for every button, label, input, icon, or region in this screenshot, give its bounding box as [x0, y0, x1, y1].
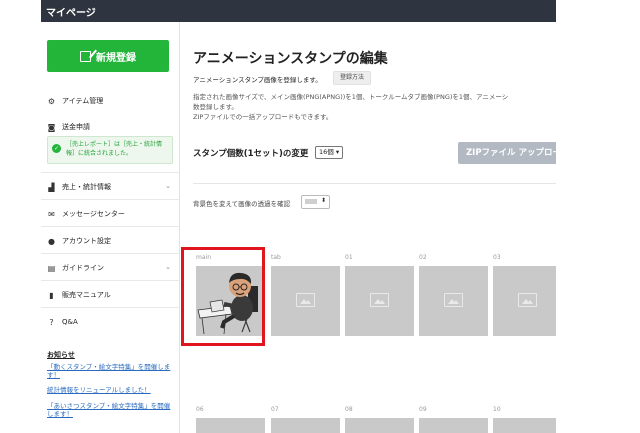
tile-label-tab: tab — [271, 254, 281, 261]
app-window: マイページ 新規登録 ⚙ アイテム管理 ◙ 送金申請 ✓ ［売上レポート］は［売… — [41, 0, 556, 433]
sticker-tile-07[interactable] — [271, 418, 340, 433]
notice-box: ✓ ［売上レポート］は［売上・統計情報］に統合されました。 — [47, 136, 173, 164]
divider — [41, 280, 179, 281]
chevron-down-icon: ⌄ — [165, 263, 171, 271]
zip-upload-button[interactable]: ZIPファイル アップロード — [458, 142, 556, 164]
sidebar-item-label: 販売マニュアル — [62, 291, 111, 299]
question-icon: ? — [49, 317, 54, 327]
notice-text: ［売上レポート］は［売上・統計情報］に統合されました。 — [66, 141, 163, 157]
sidebar-item-label: メッセージセンター — [62, 210, 125, 218]
image-placeholder-icon — [296, 293, 315, 307]
sidebar: 新規登録 ⚙ アイテム管理 ◙ 送金申請 ✓ ［売上レポート］は［売上・統計情報… — [41, 22, 180, 433]
sidebar-item-label: Q&A — [62, 318, 78, 326]
sidebar-item-label: アイテム管理 — [62, 97, 104, 105]
sidebar-item-label: ガイドライン — [62, 264, 104, 272]
person-icon: ● — [48, 236, 55, 246]
top-bar: マイページ — [41, 0, 556, 22]
tile-label-07: 07 — [271, 406, 279, 413]
sticker-tile-10[interactable] — [493, 418, 556, 433]
image-placeholder-icon — [444, 293, 463, 307]
new-register-label: 新規登録 — [96, 52, 136, 64]
check-icon: ✓ — [52, 144, 61, 153]
main-content: アニメーションスタンプの編集 アニメーションスタンプ画像を登録します。 登録方法… — [180, 22, 556, 433]
tile-label-01: 01 — [345, 254, 353, 261]
news-title[interactable]: お知らせ — [47, 350, 75, 360]
document-icon: ▤ — [47, 263, 56, 273]
sidebar-item-label: アカウント設定 — [62, 237, 111, 245]
divider — [41, 253, 179, 254]
sidebar-item-remittance[interactable]: ◙ 送金申請 — [47, 120, 173, 134]
sidebar-item-item-management[interactable]: ⚙ アイテム管理 — [47, 94, 173, 108]
news-link[interactable]: 「動くスタンプ・絵文字特集」を開催します！ — [47, 363, 173, 379]
image-placeholder-icon — [518, 293, 537, 307]
tab-image-tile[interactable] — [271, 266, 340, 336]
sidebar-item-message-center[interactable]: ✉ メッセージセンター — [47, 207, 173, 221]
tile-label-03: 03 — [493, 254, 501, 261]
news-link[interactable]: 統計情報をリニューアルしました！ — [47, 386, 173, 394]
sidebar-item-label: 売上・統計情報 — [62, 183, 111, 191]
select-arrows-icon: ⬍ — [320, 197, 326, 204]
divider — [41, 307, 179, 308]
page-subtitle: アニメーションスタンプ画像を登録します。 — [193, 76, 322, 84]
sticker-tile-02[interactable] — [419, 266, 488, 336]
page-description: 指定された画像サイズで、メイン画像(PNG(APNG))を1個、トークルームタブ… — [193, 93, 509, 121]
image-placeholder-icon — [370, 293, 389, 307]
tile-label-08: 08 — [345, 406, 353, 413]
tile-label-06: 06 — [196, 406, 204, 413]
bar-chart-icon: ▟ — [48, 182, 55, 192]
book-icon: ▮ — [49, 290, 54, 300]
sticker-count-select[interactable]: 16個 ▾ — [315, 146, 344, 159]
top-bar-title[interactable]: マイページ — [46, 4, 96, 19]
sidebar-item-account-settings[interactable]: ● アカウント設定 — [47, 234, 173, 248]
divider — [193, 183, 556, 184]
sticker-tile-09[interactable] — [419, 418, 488, 433]
sidebar-item-sales-stats[interactable]: ▟ 売上・統計情報 ⌄ — [47, 180, 173, 194]
sticker-tile-08[interactable] — [345, 418, 414, 433]
highlight-box — [181, 247, 265, 346]
divider — [41, 226, 179, 227]
tile-label-10: 10 — [493, 406, 501, 413]
coins-icon: ◙ — [47, 122, 56, 132]
sidebar-item-label: 送金申請 — [62, 123, 90, 131]
divider — [41, 172, 179, 173]
sidebar-item-qa[interactable]: ? Q&A — [47, 315, 173, 329]
registration-help-button[interactable]: 登録方法 — [333, 71, 372, 85]
edit-icon — [80, 50, 91, 62]
sticker-tile-06[interactable] — [196, 418, 265, 433]
sticker-count-label: スタンプ個数(1セット)の変更 — [193, 149, 309, 159]
background-color-select[interactable]: ⬍ — [301, 195, 330, 209]
sticker-tile-03[interactable] — [493, 266, 556, 336]
new-register-button[interactable]: 新規登録 — [47, 40, 169, 72]
divider — [41, 199, 179, 200]
envelope-icon: ✉ — [48, 209, 55, 219]
gear-icon: ⚙ — [47, 96, 56, 106]
tile-label-02: 02 — [419, 254, 427, 261]
sidebar-item-sales-manual[interactable]: ▮ 販売マニュアル — [47, 288, 173, 302]
background-color-label: 背景色を変えて画像の透過を確認 — [193, 200, 291, 208]
news-link[interactable]: 「あいさつスタンプ・絵文字特集」を開催します！ — [47, 402, 173, 418]
color-swatch — [305, 199, 317, 204]
page-title: アニメーションスタンプの編集 — [193, 51, 388, 67]
sticker-tile-01[interactable] — [345, 266, 414, 336]
sidebar-item-guidelines[interactable]: ▤ ガイドライン ⌄ — [47, 261, 173, 275]
tile-label-09: 09 — [419, 406, 427, 413]
chevron-down-icon: ⌄ — [165, 182, 171, 190]
